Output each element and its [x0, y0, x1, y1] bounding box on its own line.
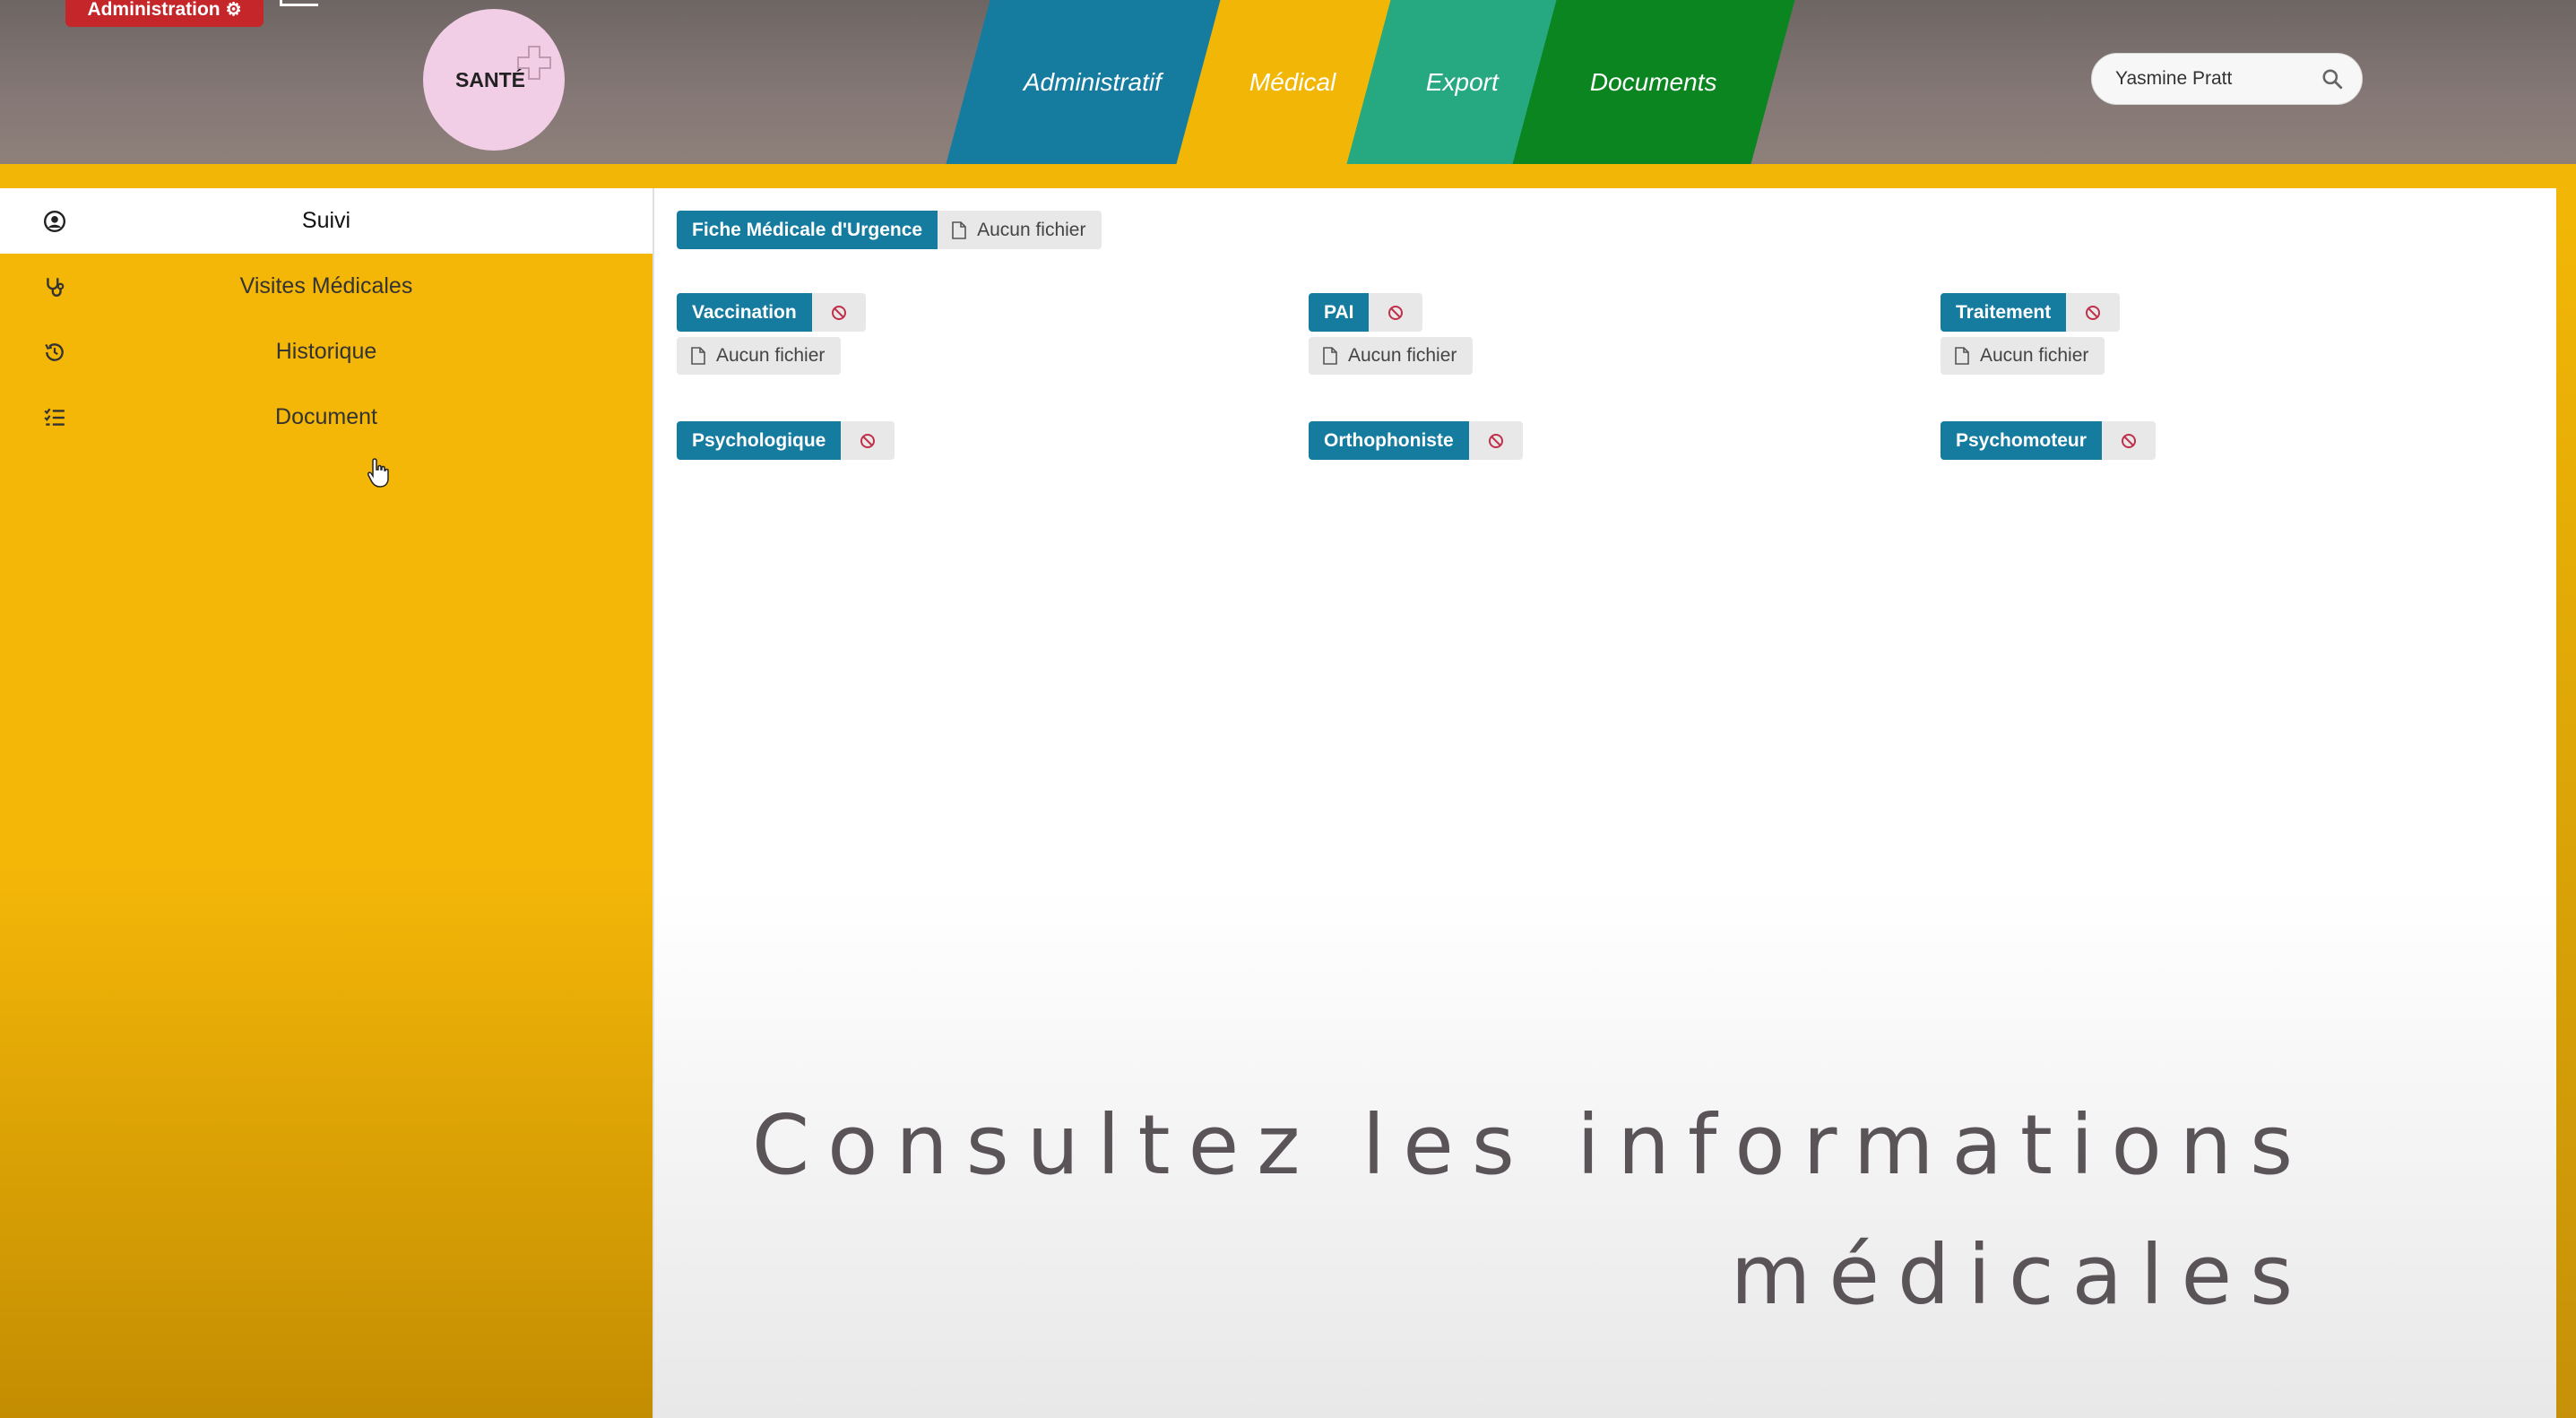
- hand-cursor-icon: [367, 458, 389, 488]
- pai-label[interactable]: PAI: [1309, 293, 1370, 332]
- traitement-file[interactable]: Aucun fichier: [1941, 337, 2105, 375]
- tab-documents-label: Documents: [1590, 67, 1717, 96]
- vaccination-chip[interactable]: Vaccination: [677, 293, 866, 332]
- caption-line-2: médicales: [1730, 1227, 2311, 1323]
- orthophoniste-label[interactable]: Orthophoniste: [1309, 421, 1469, 460]
- ban-icon[interactable]: [1369, 293, 1423, 332]
- urgent-sheet-label[interactable]: Fiche Médicale d'Urgence: [677, 211, 938, 249]
- video-caption: Consultez les informations médicales: [752, 1080, 2311, 1340]
- administration-label: Administration: [87, 0, 220, 20]
- top-header: Administration ⚙ SANTÉ Administratif Méd…: [0, 0, 2576, 164]
- ban-icon[interactable]: [1468, 421, 1523, 460]
- ban-icon[interactable]: [2101, 421, 2156, 460]
- psychologique-label[interactable]: Psychologique: [677, 421, 842, 460]
- vaccination-file[interactable]: Aucun fichier: [677, 337, 842, 375]
- sidebar-item-label: Document: [275, 404, 377, 429]
- sidebar-item-suivi[interactable]: Suivi: [0, 188, 653, 254]
- psychomoteur-chip[interactable]: Psychomoteur: [1941, 421, 2156, 460]
- sidebar: Suivi Visites Médicales Historique Docum…: [0, 188, 653, 1418]
- tab-administratif-label: Administratif: [1023, 67, 1163, 96]
- search-field[interactable]: [2091, 53, 2363, 105]
- gear-icon: ⚙: [225, 0, 242, 20]
- file-status: Aucun fichier: [1348, 345, 1457, 366]
- list-check-icon: [44, 408, 65, 426]
- sidebar-item-historique[interactable]: Historique: [0, 319, 653, 385]
- tab-documents[interactable]: Documents: [1512, 0, 1795, 164]
- sidebar-item-visites-medicales[interactable]: Visites Médicales: [0, 254, 653, 319]
- urgent-sheet-file[interactable]: Aucun fichier: [938, 211, 1102, 249]
- ban-icon[interactable]: [811, 293, 866, 332]
- file-status: Aucun fichier: [716, 345, 826, 366]
- file-status: Aucun fichier: [977, 219, 1086, 240]
- psychologique-chip[interactable]: Psychologique: [677, 421, 895, 460]
- sante-logo[interactable]: SANTÉ: [423, 9, 565, 151]
- stethoscope-icon: [47, 278, 65, 297]
- search-icon[interactable]: [2321, 67, 2344, 91]
- file-icon: [1955, 347, 1969, 365]
- file-icon: [1323, 347, 1337, 365]
- caption-line-1: Consultez les informations: [751, 1097, 2311, 1193]
- right-border: [2556, 188, 2576, 1418]
- tab-export-label: Export: [1425, 67, 1499, 96]
- ban-icon[interactable]: [841, 421, 895, 460]
- search-input[interactable]: [2114, 67, 2314, 91]
- sidebar-item-label: Visites Médicales: [239, 273, 413, 298]
- sidebar-item-label: Historique: [275, 339, 377, 364]
- traitement-label[interactable]: Traitement: [1941, 293, 2067, 332]
- header-separator: [0, 164, 2576, 188]
- administration-button[interactable]: Administration ⚙: [65, 0, 264, 27]
- pai-file[interactable]: Aucun fichier: [1309, 337, 1474, 375]
- user-circle-icon: [43, 210, 66, 233]
- ban-icon[interactable]: [2066, 293, 2121, 332]
- header-decoration: [280, 0, 318, 6]
- traitement-chip[interactable]: Traitement: [1941, 293, 2121, 332]
- history-icon: [45, 343, 64, 361]
- sidebar-item-document[interactable]: Document: [0, 385, 653, 450]
- orthophoniste-chip[interactable]: Orthophoniste: [1309, 421, 1523, 460]
- tab-medical-label: Médical: [1249, 67, 1336, 96]
- psychomoteur-label[interactable]: Psychomoteur: [1941, 421, 2102, 460]
- urgent-sheet-chip[interactable]: Fiche Médicale d'Urgence Aucun fichier: [677, 211, 1102, 249]
- pai-chip[interactable]: PAI: [1309, 293, 1423, 332]
- file-icon: [952, 220, 966, 239]
- file-status: Aucun fichier: [1980, 345, 2089, 366]
- medical-cross-icon: [517, 46, 551, 80]
- file-icon: [691, 347, 705, 365]
- vaccination-label[interactable]: Vaccination: [677, 293, 812, 332]
- logo-text: SANTÉ: [455, 67, 525, 91]
- sidebar-item-label: Suivi: [301, 208, 351, 233]
